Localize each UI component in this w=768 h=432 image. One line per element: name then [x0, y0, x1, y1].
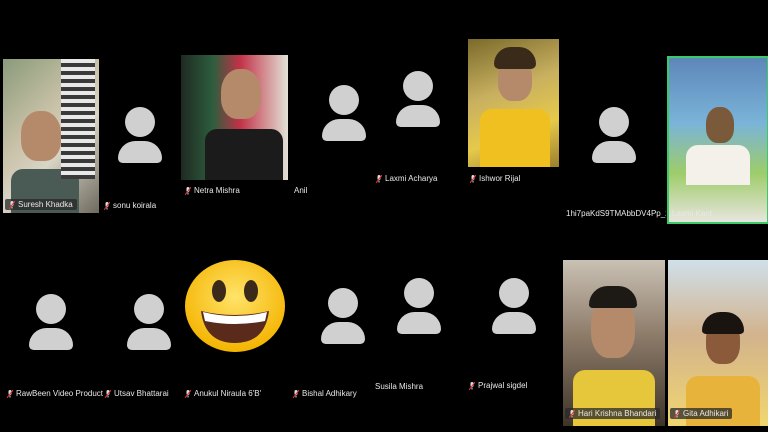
- mic-muted-icon: [569, 409, 575, 418]
- participant-tile-laxmi-kant[interactable]: Laxmi Kant: [667, 56, 768, 224]
- participant-name-label: Susila Mishra: [375, 382, 424, 391]
- participant-name-label: Netra Mishra: [185, 186, 240, 195]
- participant-tile-utsav-bhattarai[interactable]: Utsav Bhattarai: [103, 270, 181, 404]
- participant-video-hair: [494, 47, 536, 69]
- participant-name-label: Anukul Niraula 6'B': [185, 389, 261, 398]
- participant-name-label: Laxmi Acharya: [376, 174, 437, 183]
- participant-name-label: 1hi7paKdS9TMAbbDV4Pp_201S...: [566, 209, 666, 218]
- participant-tile-gita-adhikari[interactable]: Gita Adhikari: [668, 260, 768, 426]
- participant-name-label: Ishwor Rijal: [470, 174, 520, 183]
- participant-name-label: Prajwal sigdel: [469, 381, 527, 390]
- participant-tile-laxmi-acharya[interactable]: Laxmi Acharya: [372, 59, 462, 189]
- participant-tile-anukul-niraula[interactable]: Anukul Niraula 6'B': [181, 255, 291, 404]
- participant-tile-rawbeen-video-production[interactable]: RawBeen Video Production H...: [3, 270, 103, 404]
- participant-name-label: Utsav Bhattarai: [105, 389, 169, 398]
- mic-muted-icon: [674, 409, 680, 418]
- participant-name-label: Bishal Adhikary: [293, 389, 357, 398]
- default-avatar-icon: [592, 107, 636, 167]
- participant-video: [706, 107, 734, 143]
- participant-name-label: RawBeen Video Production H...: [7, 389, 103, 398]
- default-avatar-icon: [492, 278, 536, 338]
- participant-tile-sonu-koirala[interactable]: sonu koirala: [100, 59, 180, 213]
- default-avatar-icon: [396, 71, 440, 131]
- participant-name-label: Anil: [294, 186, 308, 195]
- mic-muted-icon: [104, 201, 110, 210]
- participant-tile-susila-mishra[interactable]: Susila Mishra: [375, 270, 467, 394]
- participant-tile-netra-mishra[interactable]: [181, 55, 288, 180]
- participant-video-body: [480, 109, 550, 167]
- background-blinds: [61, 59, 95, 179]
- participant-tile-1hi7pakds9tmabbdv4pp[interactable]: 1hi7paKdS9TMAbbDV4Pp_201S...: [562, 59, 666, 223]
- participant-video-hair: [589, 286, 637, 308]
- default-avatar-icon: [321, 288, 365, 348]
- mic-muted-icon: [9, 200, 15, 209]
- participant-name-label: Suresh Khadka: [5, 199, 77, 210]
- default-avatar-icon: [29, 294, 73, 354]
- mic-muted-icon: [105, 389, 111, 398]
- participant-name-label: Laxmi Kant: [672, 209, 713, 218]
- default-avatar-icon: [118, 107, 162, 167]
- participant-video-body: [686, 145, 750, 185]
- participant-tile-prajwal-sigdel[interactable]: Prajwal sigdel: [467, 270, 561, 394]
- mic-muted-icon: [470, 174, 476, 183]
- participant-video-hair: [702, 312, 744, 334]
- participant-name-label: sonu koirala: [104, 201, 156, 210]
- participant-video: [221, 69, 261, 119]
- default-avatar-icon: [397, 278, 441, 338]
- participant-tile-suresh-khadka[interactable]: Suresh Khadka: [3, 59, 99, 213]
- mic-muted-icon: [185, 186, 191, 195]
- mic-muted-icon: [185, 389, 191, 398]
- grinning-face-emoji: [185, 260, 285, 352]
- participant-tile-ishwor-rijal[interactable]: [468, 39, 559, 167]
- mic-muted-icon: [7, 389, 13, 398]
- participant-tile-hari-krishna-bhandari[interactable]: Hari Krishna Bhandari: [563, 260, 665, 426]
- default-avatar-icon: [322, 85, 366, 145]
- participant-name-label: Hari Krishna Bhandari: [565, 408, 661, 419]
- participant-tile-bishal-adhikary[interactable]: Bishal Adhikary: [291, 270, 375, 404]
- default-avatar-icon: [127, 294, 171, 354]
- mic-muted-icon: [293, 389, 299, 398]
- participant-video: [21, 111, 61, 161]
- participant-video-body: [205, 129, 283, 180]
- mic-muted-icon: [376, 174, 382, 183]
- participant-name-label: Gita Adhikari: [670, 408, 733, 419]
- mic-muted-icon: [469, 381, 475, 390]
